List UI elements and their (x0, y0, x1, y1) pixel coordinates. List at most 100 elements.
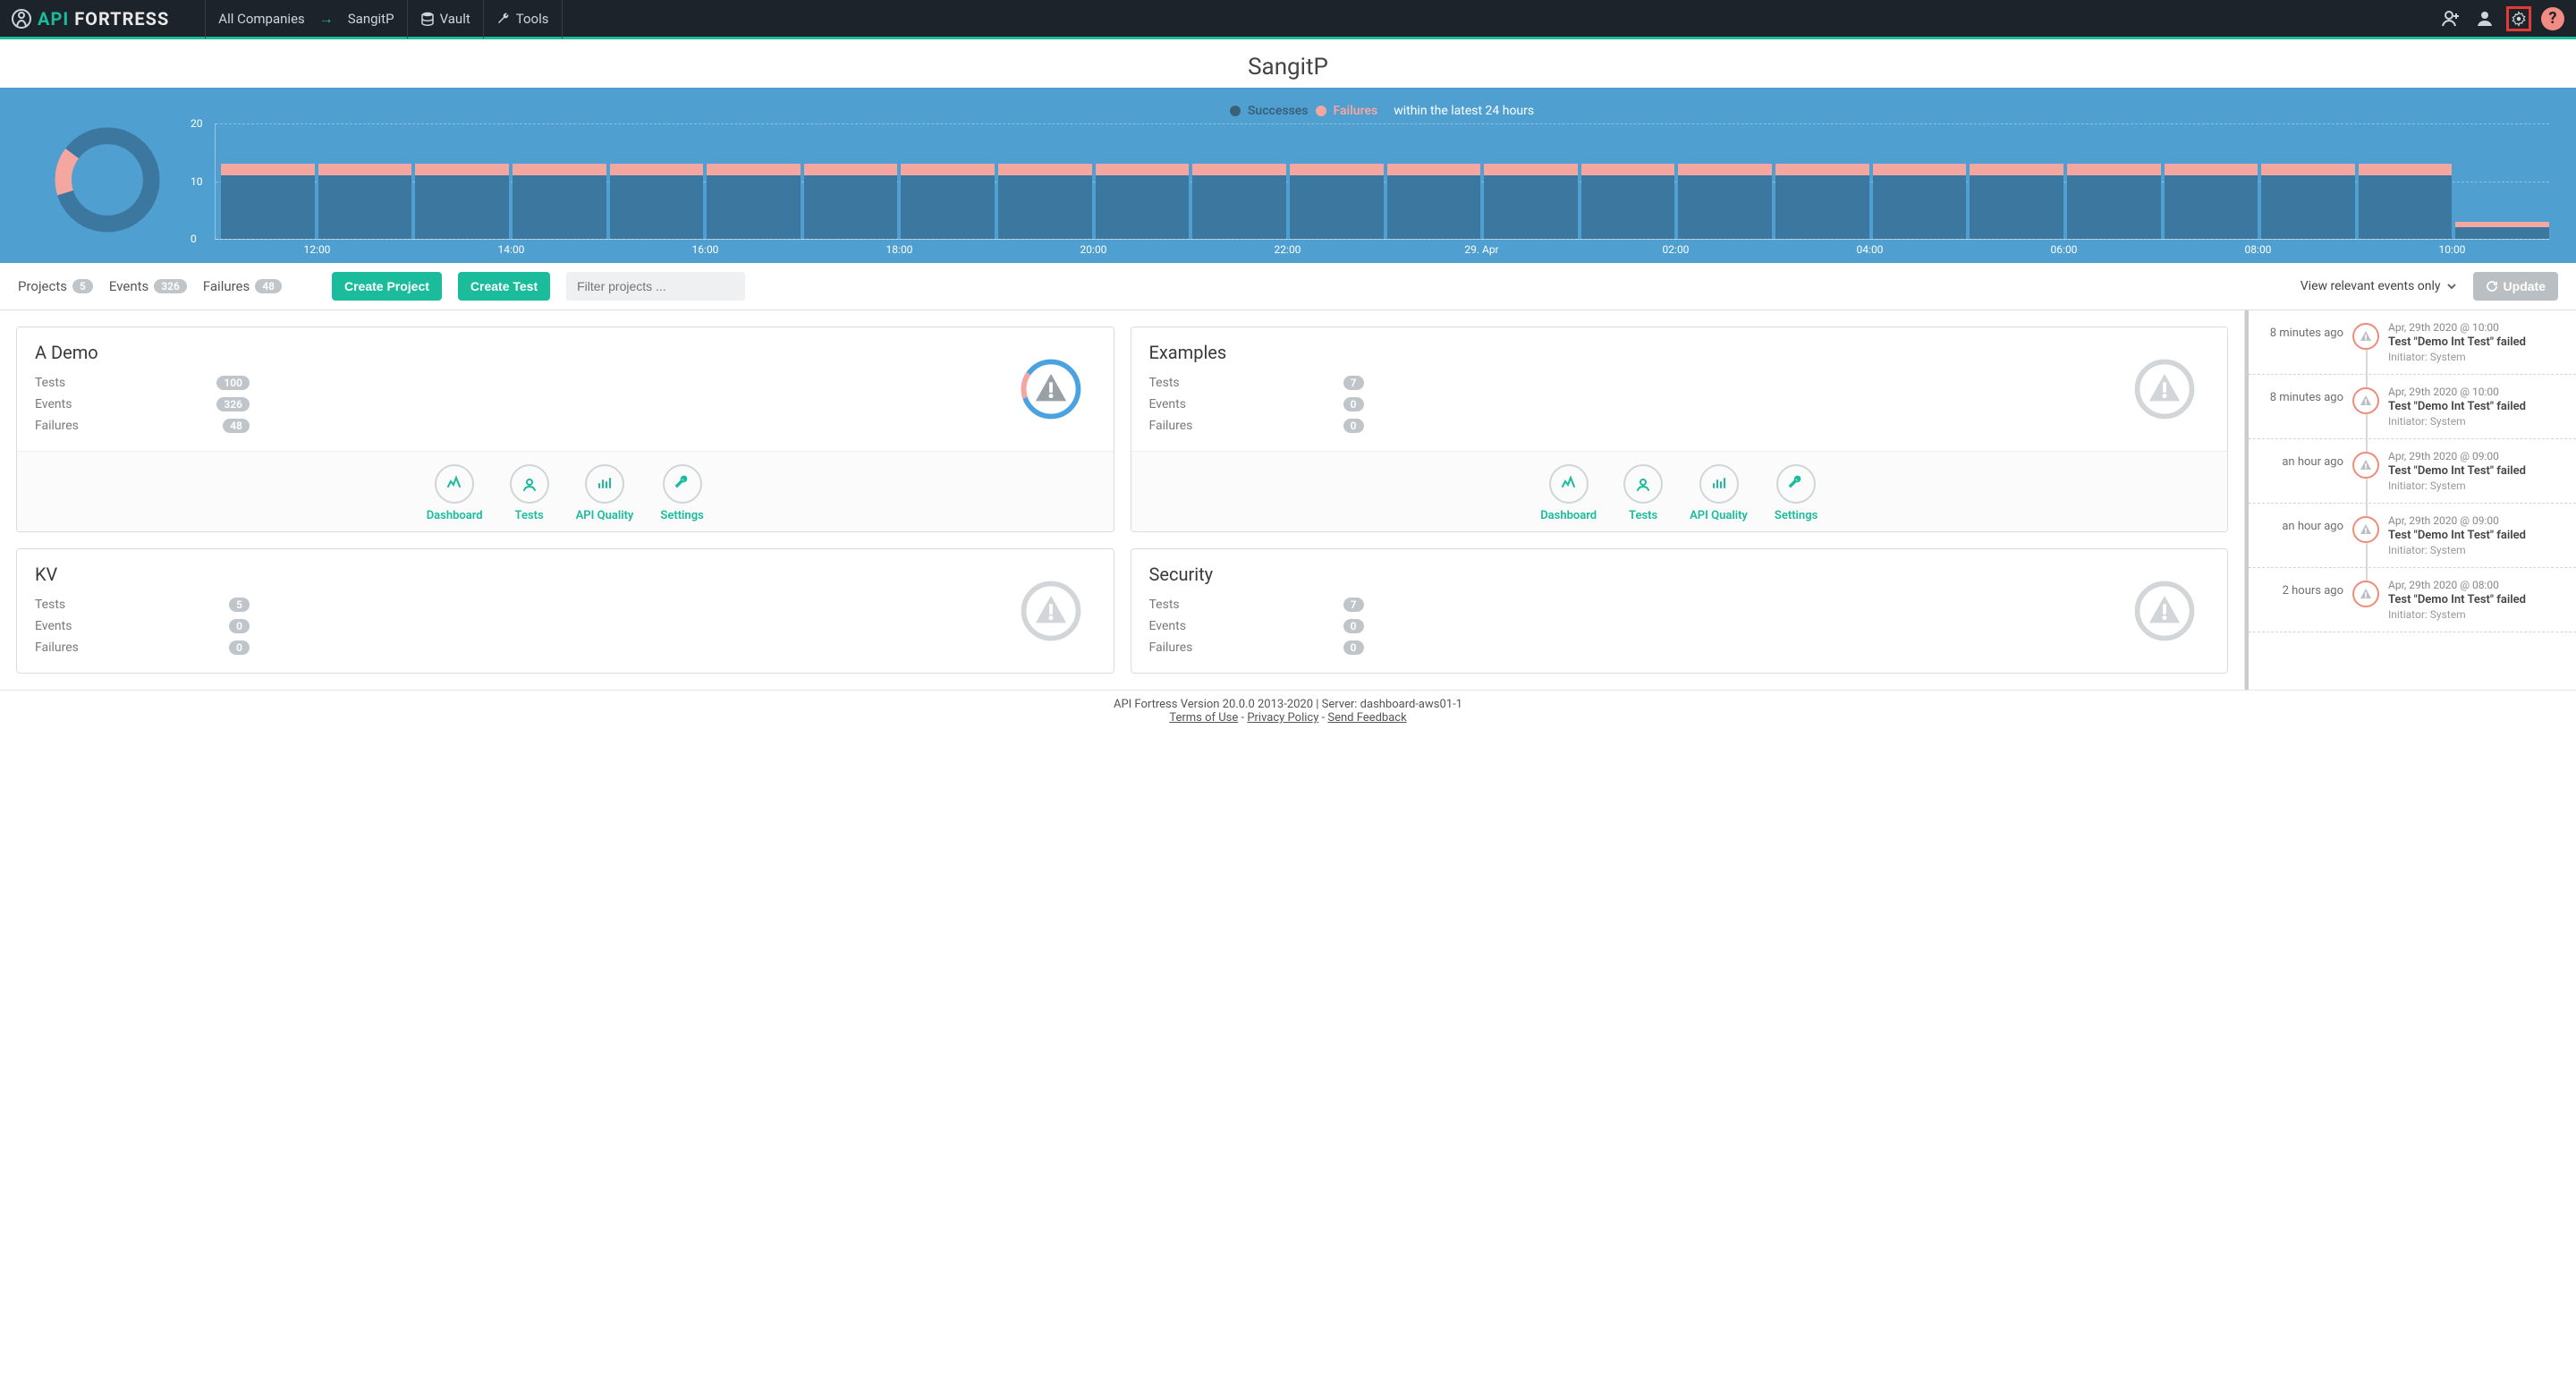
card-actions: Dashboard Tests API Quality Settings (1131, 451, 2228, 531)
project-card: Security Tests7 Events0 Failures0 (1131, 548, 2229, 674)
action-settings[interactable]: Settings (1775, 464, 1818, 522)
event-message: Test "Demo Int Test" failed (2388, 464, 2562, 478)
event-time: 2 hours ago (2263, 579, 2343, 598)
legend-fail-label: Failures (1334, 104, 1378, 118)
project-title[interactable]: KV (35, 564, 1006, 585)
warning-icon (2352, 387, 2379, 414)
event-time: 8 minutes ago (2263, 386, 2343, 404)
project-title[interactable]: Security (1149, 564, 2121, 585)
nav-tools-label: Tools (516, 11, 549, 27)
action-tests[interactable]: Tests (1623, 464, 1663, 522)
event-time: 8 minutes ago (2263, 321, 2343, 340)
event-message: Test "Demo Int Test" failed (2388, 335, 2562, 349)
stat-events-value: 0 (229, 619, 250, 633)
add-user-icon[interactable] (2438, 6, 2463, 31)
stat-failures-value: 0 (229, 640, 250, 655)
action-label: Settings (660, 509, 703, 522)
page-title: SangitP (0, 39, 2576, 88)
stat-failures-label: Failures (35, 419, 79, 433)
logo-icon (11, 8, 32, 30)
stat-tests-label: Tests (1149, 376, 1180, 390)
tab-projects-label: Projects (18, 278, 67, 294)
stat-failures-label: Failures (1149, 419, 1193, 433)
action-tests[interactable]: Tests (510, 464, 549, 522)
filter-projects-input[interactable] (566, 272, 745, 301)
event-date: Apr, 29th 2020 @ 09:00 (2388, 514, 2562, 527)
action-dashboard[interactable]: Dashboard (1540, 464, 1597, 522)
tab-projects-count: 5 (72, 279, 93, 293)
event-message: Test "Demo Int Test" failed (2388, 593, 2562, 606)
action-label: Dashboard (427, 509, 483, 522)
warning-icon (2352, 323, 2379, 350)
project-ring-icon (1006, 564, 1096, 658)
stat-tests-value: 100 (216, 376, 250, 390)
top-nav: APIFORTRESS All Companies → SangitP Vaul… (0, 0, 2576, 39)
footer-feedback-link[interactable]: Send Feedback (1327, 711, 1406, 725)
stat-failures-value: 0 (1343, 640, 1364, 655)
event-row[interactable]: 8 minutes ago Apr, 29th 2020 @ 10:00 Tes… (2249, 310, 2576, 375)
stat-events-label: Events (1149, 619, 1186, 633)
event-row[interactable]: 2 hours ago Apr, 29th 2020 @ 08:00 Test … (2249, 568, 2576, 632)
event-date: Apr, 29th 2020 @ 10:00 (2388, 386, 2562, 398)
view-events-dropdown[interactable]: View relevant events only (2301, 279, 2457, 293)
database-icon (420, 12, 435, 26)
project-ring-icon (1006, 342, 1096, 437)
tab-failures[interactable]: Failures 48 (203, 278, 282, 294)
help-icon[interactable]: ? (2540, 6, 2565, 31)
legend-success-label: Successes (1248, 104, 1309, 118)
event-row[interactable]: an hour ago Apr, 29th 2020 @ 09:00 Test … (2249, 504, 2576, 568)
update-label: Update (2504, 279, 2546, 293)
create-test-button[interactable]: Create Test (458, 272, 550, 301)
update-button[interactable]: Update (2473, 272, 2558, 301)
settings-gear-icon[interactable] (2506, 6, 2531, 31)
event-date: Apr, 29th 2020 @ 10:00 (2388, 321, 2562, 334)
action-api-quality[interactable]: API Quality (576, 464, 634, 522)
stat-events-value: 0 (1343, 397, 1364, 411)
event-initiator: Initiator: System (2388, 608, 2562, 621)
chart-panel: Successes Failures within the latest 24 … (0, 88, 2576, 263)
chevron-down-icon (2446, 281, 2457, 292)
event-date: Apr, 29th 2020 @ 09:00 (2388, 450, 2562, 462)
event-initiator: Initiator: System (2388, 544, 2562, 556)
wrench-icon (496, 12, 511, 26)
event-time: an hour ago (2263, 514, 2343, 533)
event-row[interactable]: an hour ago Apr, 29th 2020 @ 09:00 Test … (2249, 439, 2576, 504)
stat-tests-label: Tests (1149, 598, 1180, 612)
legend-period: within the latest 24 hours (1394, 104, 1534, 118)
footer-privacy-link[interactable]: Privacy Policy (1247, 711, 1318, 725)
action-label: Dashboard (1540, 509, 1597, 522)
action-label: API Quality (1690, 509, 1748, 522)
stat-events-label: Events (35, 619, 72, 633)
toolbar: Projects 5 Events 326 Failures 48 Create… (0, 263, 2576, 310)
nav-vault[interactable]: Vault (408, 0, 484, 38)
create-project-button[interactable]: Create Project (332, 272, 442, 301)
main: A Demo Tests100 Events326 Failures48 Das… (0, 310, 2576, 690)
event-row[interactable]: 8 minutes ago Apr, 29th 2020 @ 10:00 Tes… (2249, 375, 2576, 439)
footer-terms-link[interactable]: Terms of Use (1169, 711, 1238, 725)
action-label: Tests (515, 509, 544, 522)
action-api-quality[interactable]: API Quality (1690, 464, 1748, 522)
tab-events-label: Events (109, 278, 148, 294)
warning-icon (2352, 452, 2379, 479)
event-message: Test "Demo Int Test" failed (2388, 529, 2562, 542)
logo-api: API (38, 8, 69, 30)
action-dashboard[interactable]: Dashboard (427, 464, 483, 522)
donut-chart (27, 104, 188, 256)
tab-events[interactable]: Events 326 (109, 278, 187, 294)
bar-chart-wrap: Successes Failures within the latest 24 … (215, 104, 2549, 256)
action-settings[interactable]: Settings (660, 464, 703, 522)
event-initiator: Initiator: System (2388, 415, 2562, 428)
projects-grid: A Demo Tests100 Events326 Failures48 Das… (0, 310, 2245, 690)
legend-success-dot (1230, 106, 1241, 116)
event-date: Apr, 29th 2020 @ 08:00 (2388, 579, 2562, 591)
stat-tests-label: Tests (35, 598, 65, 612)
logo[interactable]: APIFORTRESS (11, 8, 169, 30)
project-card: Examples Tests7 Events0 Failures0 Dashbo… (1131, 327, 2229, 532)
tab-projects[interactable]: Projects 5 (18, 278, 93, 294)
nav-all-companies[interactable]: All Companies → SangitP (205, 0, 407, 38)
project-title[interactable]: Examples (1149, 342, 2121, 363)
user-icon[interactable] (2472, 6, 2497, 31)
project-title[interactable]: A Demo (35, 342, 1006, 363)
view-events-label: View relevant events only (2301, 279, 2441, 293)
nav-tools[interactable]: Tools (484, 0, 563, 38)
